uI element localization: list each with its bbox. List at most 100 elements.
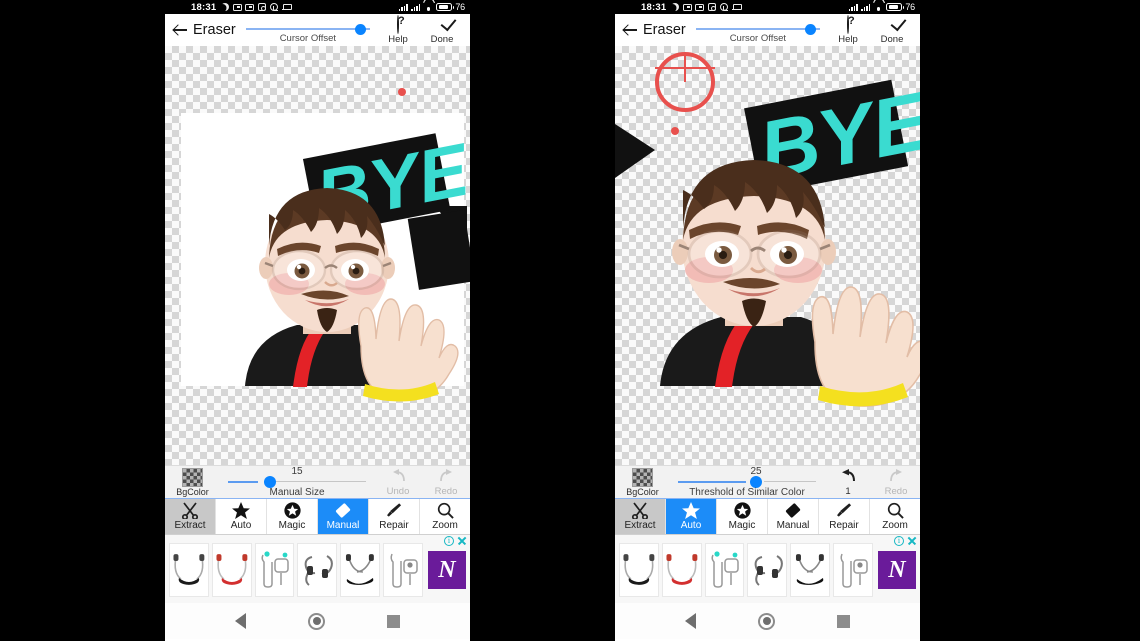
nav-home-icon[interactable] [308,612,325,630]
done-button[interactable]: Done [870,16,914,45]
tab-label: Magic [728,520,756,531]
tab-label: Auto [230,520,252,531]
ad-product-card[interactable] [619,543,659,597]
slider-label: Threshold of Similar Color [689,487,805,498]
ad-product-card[interactable] [790,543,831,597]
ad-close-icon[interactable] [907,536,917,546]
ad-product-card[interactable] [661,543,702,597]
redo-label: Redo [884,486,908,497]
tab-auto[interactable]: Auto [216,499,267,534]
bgcolor-button[interactable]: BgColor [615,467,670,497]
redo-icon [887,469,906,486]
tab-label: Manual [776,520,810,531]
slider-track [695,28,820,30]
done-label: Done [880,33,904,45]
battery-icon [436,2,455,12]
tab-extract[interactable]: Extract [615,499,666,534]
signal-icon [848,3,858,11]
tab-repair[interactable]: Repair [819,499,870,534]
nav-recents-icon[interactable] [837,614,850,628]
redo-button[interactable]: Redo [422,467,470,497]
tool-options-row-right: BgColor 25 Threshold of Similar Color 1 [615,465,920,499]
ad-close-icon[interactable] [457,536,467,546]
app-header-right: Eraser Cursor Offset Help Done [615,14,920,46]
help-button[interactable]: Help [376,14,420,45]
done-button[interactable]: Done [420,16,464,45]
image-canvas-right[interactable]: BYE [615,46,920,465]
ad-badges [894,535,917,547]
slider-track-filled [678,481,746,483]
slider-value: 25 [750,466,762,477]
status-time: 18:31 [191,1,217,13]
bgcolor-button[interactable]: BgColor [165,467,220,497]
help-button[interactable]: Help [826,14,870,45]
ad-product-card[interactable] [297,543,338,597]
ad-product-card[interactable] [211,543,252,597]
undo-icon [389,469,408,486]
cursor-offset-slider[interactable]: Cursor Offset [245,14,370,46]
battery-percent: 76 [455,2,465,12]
instagram-icon [707,2,717,12]
nav-recents-icon[interactable] [387,614,400,628]
done-label: Done [430,33,454,45]
instagram-icon [257,2,267,12]
tab-label: Manual [326,520,360,531]
slider-value: 15 [291,466,303,477]
eraser-icon [334,502,353,519]
nav-back-icon[interactable] [235,613,246,629]
back-arrow-icon[interactable] [621,21,639,39]
status-system-icons: 76 [848,2,915,12]
tab-repair[interactable]: Repair [369,499,420,534]
ad-advertiser-logo[interactable]: N [877,551,916,589]
nav-home-icon[interactable] [758,612,775,630]
ad-product-card[interactable] [747,543,788,597]
ad-banner-right[interactable]: N [615,535,920,603]
slider-track-filled [228,481,258,483]
image-canvas-left[interactable]: BYE [165,46,470,465]
undo-button[interactable]: Undo [374,467,422,497]
status-notification-icons [671,2,742,12]
android-nav-bar-right [615,603,920,639]
tab-zoom[interactable]: Zoom [420,499,470,534]
tab-manual[interactable]: Manual [768,499,819,534]
ad-product-card[interactable] [254,543,295,597]
ad-product-card[interactable] [169,543,209,597]
whatsapp-icon [719,2,729,12]
manual-size-slider[interactable]: 15 Manual Size [220,465,374,499]
ad-banner-left[interactable]: N [165,535,470,603]
status-bar-right: 18:31 76 [615,0,920,14]
undo-label: Undo [386,486,410,497]
ad-product-card[interactable] [833,543,873,597]
wifi-icon [423,3,433,11]
redo-button[interactable]: Redo [872,467,920,497]
status-time: 18:31 [641,1,667,13]
brush-icon [835,502,853,519]
signal-icon [398,3,408,11]
tab-magic[interactable]: Magic [717,499,768,534]
undo-button[interactable]: 1 [824,467,872,497]
ad-info-icon[interactable] [894,535,904,547]
back-arrow-icon[interactable] [171,21,189,39]
page-title: Eraser [193,22,236,38]
tab-auto[interactable]: Auto [666,499,717,534]
cursor-offset-slider[interactable]: Cursor Offset [695,14,820,46]
phone-screenshot-left: 18:31 76 Eraser Cursor Offset ? Help Don… [165,0,470,641]
ad-product-card[interactable] [383,543,423,597]
screen-record-icon [232,3,242,11]
tab-extract[interactable]: Extract [165,499,216,534]
question-mark-icon [847,14,849,34]
tab-magic[interactable]: Magic [267,499,318,534]
nav-back-icon[interactable] [685,613,696,629]
avatar-artwork: BYE [615,46,920,465]
avatar-artwork: BYE [165,46,470,465]
threshold-slider[interactable]: 25 Threshold of Similar Color [670,465,824,499]
ad-product-card[interactable] [704,543,745,597]
ad-advertiser-logo[interactable]: N [427,551,466,589]
undo-count: 1 [845,486,851,497]
ad-product-card[interactable] [340,543,381,597]
bgcolor-label: BgColor [176,486,209,497]
tab-zoom[interactable]: Zoom [870,499,920,534]
tab-manual[interactable]: Manual [318,499,369,534]
help-label: Help [388,33,408,45]
ad-info-icon[interactable] [444,535,454,547]
